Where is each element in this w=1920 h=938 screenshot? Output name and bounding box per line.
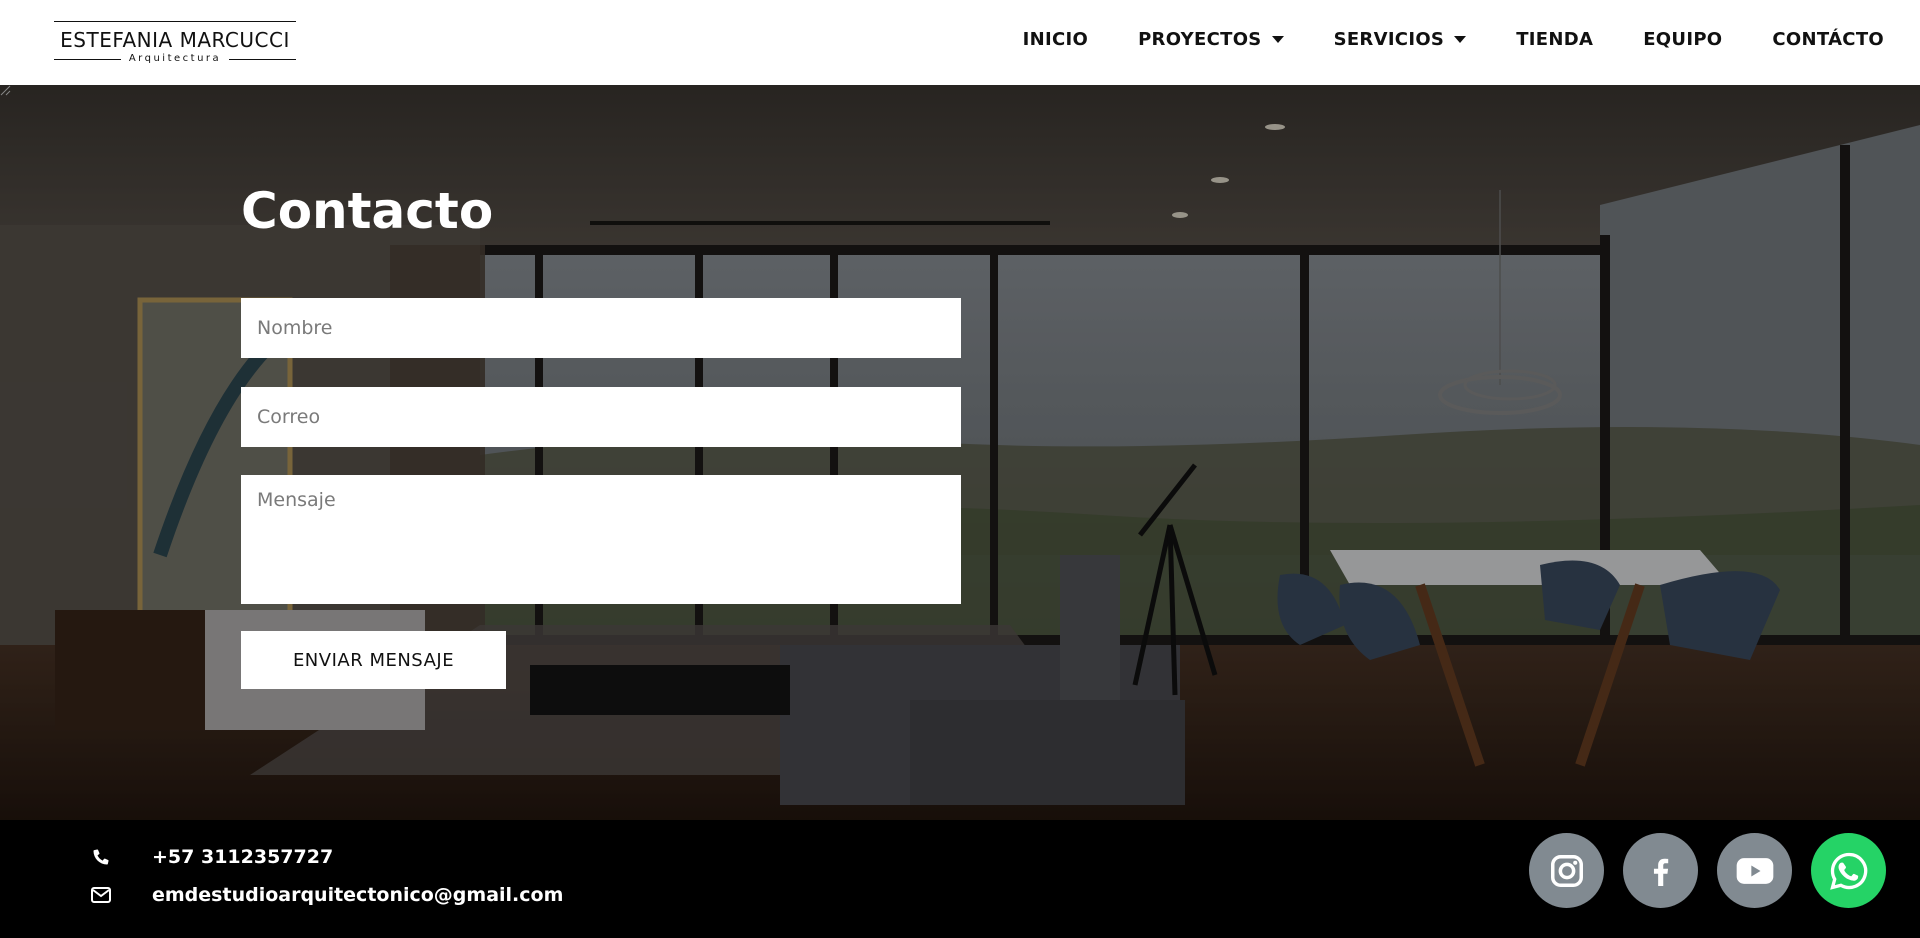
footer-phone[interactable]: +57 3112357727 xyxy=(152,846,333,868)
nav-item-servicios[interactable]: SERVICIOS xyxy=(1334,29,1467,50)
resize-handle-icon[interactable] xyxy=(0,85,11,96)
nav-label: CONTÁCTO xyxy=(1772,29,1884,50)
nav-label: TIENDA xyxy=(1516,29,1594,50)
nav-label: EQUIPO xyxy=(1643,29,1723,50)
nav-label: INICIO xyxy=(1022,29,1089,50)
whatsapp-icon xyxy=(1829,852,1867,890)
brand-name: ESTEFANIA MARCUCCI xyxy=(60,28,290,53)
main-nav: INICIO PROYECTOS SERVICIOS TIENDA EQUIPO… xyxy=(1023,0,1884,85)
envelope-icon xyxy=(90,884,112,906)
caret-down-icon xyxy=(1454,36,1467,43)
footer-phone-row: +57 3112357727 xyxy=(90,846,333,868)
nav-item-contacto[interactable]: CONTÁCTO xyxy=(1772,29,1884,50)
message-textarea[interactable] xyxy=(241,475,961,604)
facebook-button[interactable] xyxy=(1623,833,1698,908)
hero-section: Contacto ENVIAR MENSAJE xyxy=(0,85,1920,820)
brand-tagline-row: Arquitectura xyxy=(54,54,296,64)
send-message-button[interactable]: ENVIAR MENSAJE xyxy=(241,631,506,689)
nav-item-tienda[interactable]: TIENDA xyxy=(1516,29,1593,50)
brand-tagline: Arquitectura xyxy=(128,53,222,65)
logo-line-right xyxy=(229,58,296,60)
name-input[interactable] xyxy=(241,298,961,358)
instagram-button[interactable] xyxy=(1529,833,1604,908)
nav-item-proyectos[interactable]: PROYECTOS xyxy=(1138,29,1284,50)
logo-line-left xyxy=(54,58,121,60)
youtube-button[interactable] xyxy=(1717,833,1792,908)
nav-item-equipo[interactable]: EQUIPO xyxy=(1643,29,1722,50)
caret-down-icon xyxy=(1271,36,1284,43)
footer-email[interactable]: emdestudioarquitectonico@gmail.com xyxy=(152,884,563,906)
phone-icon xyxy=(90,846,112,868)
nav-label: PROYECTOS xyxy=(1138,29,1262,50)
nav-label: SERVICIOS xyxy=(1333,29,1445,50)
instagram-icon xyxy=(1550,854,1583,887)
social-links xyxy=(1529,833,1886,908)
facebook-icon xyxy=(1653,858,1668,886)
nav-item-inicio[interactable]: INICIO xyxy=(1023,29,1088,50)
whatsapp-button[interactable] xyxy=(1811,833,1886,908)
email-input[interactable] xyxy=(241,387,961,447)
site-header: ESTEFANIA MARCUCCI Arquitectura INICIO P… xyxy=(0,0,1920,85)
brand-logo[interactable]: ESTEFANIA MARCUCCI Arquitectura xyxy=(54,20,296,65)
footer-email-row: emdestudioarquitectonico@gmail.com xyxy=(90,884,563,906)
youtube-icon xyxy=(1736,857,1773,884)
contact-title: Contacto xyxy=(241,182,494,240)
